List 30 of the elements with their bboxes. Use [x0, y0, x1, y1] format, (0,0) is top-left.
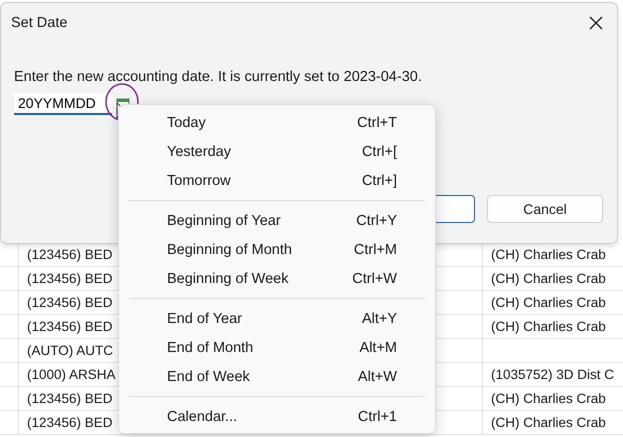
menu-item[interactable]: Yesterday Ctrl+[: [129, 137, 425, 166]
table-cell: (1000) ARSHA: [27, 367, 116, 382]
table-cell: (CH) Charlies Crab: [491, 271, 606, 286]
table-cell: (123456) BED: [27, 391, 113, 406]
table-cell: (123456) BED: [27, 319, 113, 334]
table-cell: (CH) Charlies Crab: [491, 295, 606, 310]
close-icon[interactable]: [589, 16, 603, 30]
table-cell: (1035752) 3D Dist C: [491, 367, 614, 382]
window-title: Set Date: [11, 15, 68, 31]
menu-item[interactable]: Beginning of Week Ctrl+W: [129, 264, 425, 293]
menu-item[interactable]: Beginning of Year Ctrl+Y: [129, 206, 425, 235]
table-cell: (123456) BED: [27, 415, 113, 430]
table-cell: (123456) BED: [27, 271, 113, 286]
menu-item[interactable]: Today Ctrl+T: [129, 108, 425, 137]
cancel-button[interactable]: Cancel: [487, 195, 603, 223]
menu-item[interactable]: Tomorrow Ctrl+]: [129, 166, 425, 195]
table-cell: (CH) Charlies Crab: [491, 319, 606, 334]
table-cell: (CH) Charlies Crab: [491, 391, 606, 406]
menu-item[interactable]: Beginning of Month Ctrl+M: [129, 235, 425, 264]
table-cell: (123456) BED: [27, 295, 113, 310]
table-cell: (123456) BED: [27, 247, 113, 262]
menu-item[interactable]: Calendar... Ctrl+1: [129, 402, 425, 431]
menu-item[interactable]: End of Week Alt+W: [129, 362, 425, 391]
table-cell: (CH) Charlies Crab: [491, 415, 606, 430]
table-cell: (CH) Charlies Crab: [491, 247, 606, 262]
menu-item[interactable]: End of Month Alt+M: [129, 333, 425, 362]
message-text: Enter the new accounting date. It is currently set to 2023-04-30.: [14, 69, 423, 85]
menu-item[interactable]: End of Year Alt+Y: [129, 304, 425, 333]
table-cell: (AUTO) AUTC: [27, 343, 114, 358]
date-field[interactable]: 20YYMMDD: [14, 93, 112, 115]
